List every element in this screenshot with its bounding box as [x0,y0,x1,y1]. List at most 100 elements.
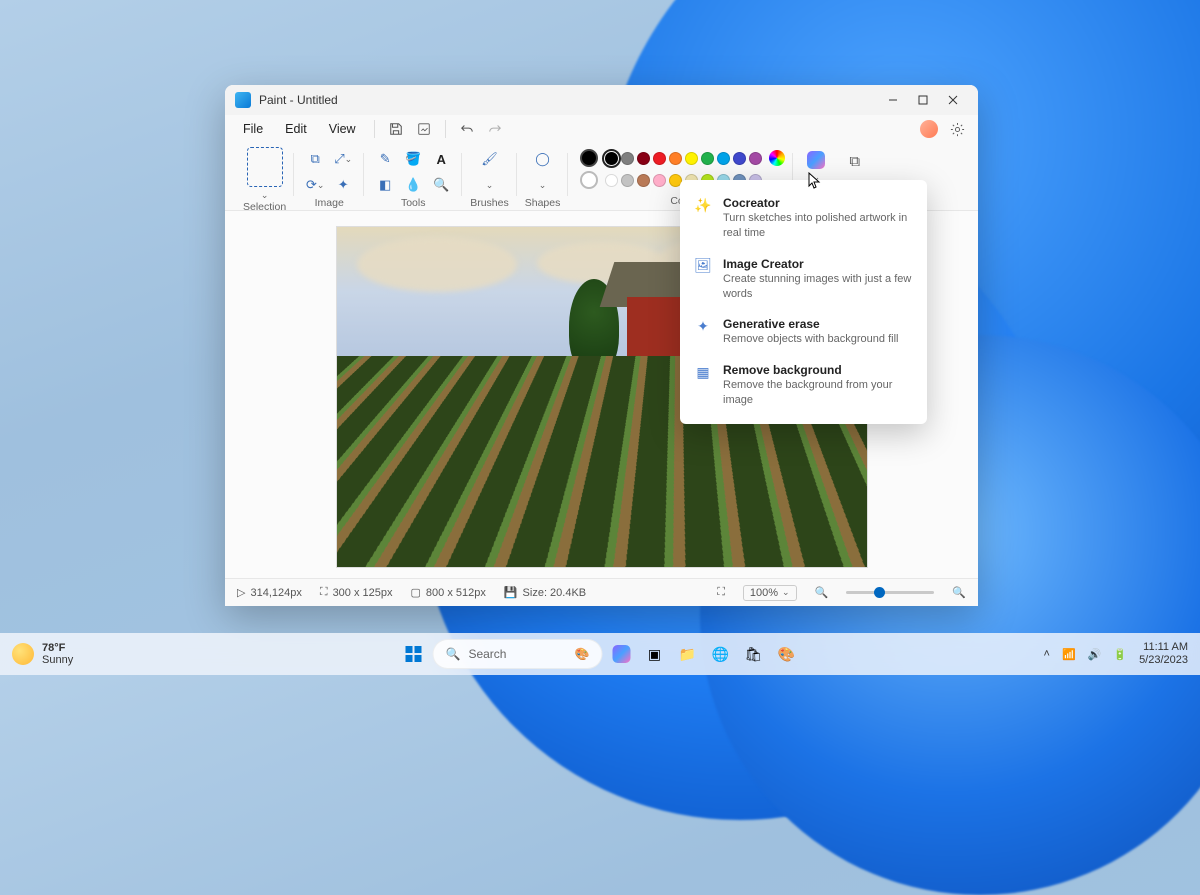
menubar: File Edit View [225,115,978,143]
menu-file[interactable]: File [233,118,273,140]
zoom-out-button[interactable]: 🔍 [815,586,829,599]
text-tool[interactable]: A [428,147,454,171]
titlebar[interactable]: Paint - Untitled [225,85,978,115]
zoom-slider[interactable] [846,591,934,594]
store-icon[interactable]: 🛍 [740,640,768,668]
color-row-1 [580,149,785,167]
ribbon-group-image: ⧉ ⤢⌄ ⟳⌄ ✦ Image [294,147,364,210]
selection-tool[interactable] [247,147,283,187]
statusbar: ▷ 314,124px ⛶ 300 x 125px ▢ 800 x 512px … [225,578,978,606]
color-swatch[interactable] [717,152,730,165]
file-size: 💾 Size: 20.4KB [504,586,586,599]
tray-chevron-icon[interactable]: ˄ [1044,648,1050,660]
menu-item-image-creator[interactable]: 🖼 Image CreatorCreate stunning images wi… [680,249,927,310]
image-creator-icon: 🖼 [694,257,712,275]
crop-tool[interactable]: ⧉ [302,147,328,171]
import-button[interactable] [411,116,437,142]
zoom-in-button[interactable]: 🔍 [952,586,966,599]
canvas-size: ▢ 800 x 512px [411,586,486,599]
foreground-color[interactable] [580,149,598,167]
image-label: Image [315,197,344,212]
copilot-button[interactable] [807,151,825,169]
weather-icon [12,643,34,665]
start-button[interactable] [400,640,428,668]
magnifier-tool[interactable]: 🔍 [428,173,454,197]
pencil-tool[interactable]: ✎ [372,147,398,171]
clock[interactable]: 11:11 AM5/23/2023 [1139,641,1188,667]
system-tray[interactable]: ˄ 📶 🔊 🔋 11:11 AM5/23/2023 [1044,641,1188,667]
menu-item-generative-erase[interactable]: ✦ Generative eraseRemove objects with ba… [680,309,927,355]
remove-background-icon: ▦ [694,363,712,381]
cocreator-icon: ✨ [694,196,712,214]
ribbon-group-selection: ⌄ Selection [235,147,294,210]
resize-tool[interactable]: ⤢⌄ [330,147,356,171]
paint-app-icon [235,92,251,108]
volume-icon[interactable]: 🔊 [1088,648,1102,661]
wifi-icon[interactable]: 📶 [1062,648,1076,661]
redo-button[interactable] [482,116,508,142]
color-swatch[interactable] [621,152,634,165]
account-avatar[interactable] [916,116,942,142]
zoom-level[interactable]: 100% ⌄ [743,585,797,601]
fill-tool[interactable]: 🪣 [400,147,426,171]
tools-label: Tools [401,197,426,212]
color-swatch[interactable] [605,174,618,187]
copilot-taskbar-icon[interactable] [608,640,636,668]
window-title: Paint - Untitled [259,93,338,107]
color-swatch[interactable] [653,174,666,187]
shapes-label: Shapes [525,197,561,212]
edit-colors-button[interactable] [769,150,785,166]
maximize-button[interactable] [908,85,938,115]
ribbon-group-tools: ✎ 🪣 A ◧ 💧 🔍 Tools [364,147,462,210]
undo-button[interactable] [454,116,480,142]
color-picker-tool[interactable]: 💧 [400,173,426,197]
fit-button[interactable]: ⛶ [717,586,725,599]
mouse-cursor [807,172,821,190]
color-swatch[interactable] [669,152,682,165]
ribbon-group-shapes: ◯ ⌄ Shapes [517,147,569,210]
menu-item-remove-background[interactable]: ▦ Remove backgroundRemove the background… [680,355,927,416]
battery-icon[interactable]: 🔋 [1113,648,1127,661]
taskbar[interactable]: 78°FSunny 🔍 Search🎨 ▣ 📁 🌐 🛍 🎨 ˄ 📶 🔊 🔋 11… [0,633,1200,675]
brushes-label: Brushes [470,197,509,212]
color-swatch[interactable] [701,152,714,165]
save-button[interactable] [383,116,409,142]
layers-button[interactable]: ⧉ [849,153,860,170]
selection-plus-tool[interactable]: ✦ [330,173,356,197]
selection-label: Selection [243,201,286,216]
ribbon-group-brushes: 🖌 ⌄ Brushes [462,147,517,210]
selection-dropdown[interactable]: ⌄ [261,190,269,201]
menu-view[interactable]: View [319,118,366,140]
cursor-position: ▷ 314,124px [237,586,302,599]
color-swatch[interactable] [605,152,618,165]
edge-icon[interactable]: 🌐 [707,640,735,668]
eraser-tool[interactable]: ◧ [372,173,398,197]
paint-window: Paint - Untitled File Edit View ⌄ Select… [225,85,978,606]
color-swatch[interactable] [733,152,746,165]
taskbar-center: 🔍 Search🎨 ▣ 📁 🌐 🛍 🎨 [400,639,801,669]
brush-tool[interactable]: 🖌 [476,147,502,171]
close-button[interactable] [938,85,968,115]
color-swatch[interactable] [621,174,634,187]
menu-edit[interactable]: Edit [275,118,317,140]
color-swatch[interactable] [637,174,650,187]
taskbar-search[interactable]: 🔍 Search🎨 [433,639,603,669]
color-swatch[interactable] [653,152,666,165]
color-swatch[interactable] [749,152,762,165]
menu-item-cocreator[interactable]: ✨ CocreatorTurn sketches into polished a… [680,188,927,249]
explorer-icon[interactable]: 📁 [674,640,702,668]
background-color[interactable] [580,171,598,189]
brush-dropdown[interactable]: ⌄ [476,173,502,197]
settings-button[interactable] [944,116,970,142]
weather-widget[interactable]: 78°FSunny [12,642,73,666]
copilot-menu: ✨ CocreatorTurn sketches into polished a… [680,180,927,424]
rotate-tool[interactable]: ⟳⌄ [302,173,328,197]
color-swatch[interactable] [637,152,650,165]
minimize-button[interactable] [878,85,908,115]
paint-taskbar-icon[interactable]: 🎨 [773,640,801,668]
color-swatch[interactable] [685,152,698,165]
shapes-dropdown[interactable]: ⌄ [530,173,556,197]
selection-size: ⛶ 300 x 125px [320,586,393,599]
task-view-icon[interactable]: ▣ [641,640,669,668]
shapes-tool[interactable]: ◯ [530,147,556,171]
